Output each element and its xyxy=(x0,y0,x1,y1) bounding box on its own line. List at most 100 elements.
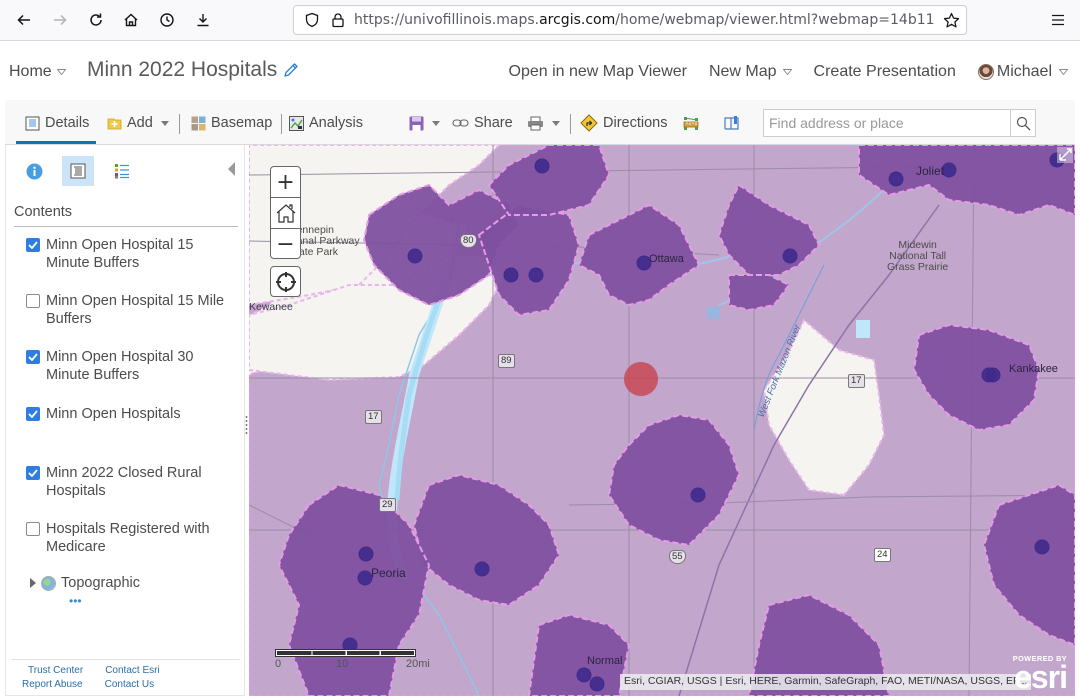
zoom-in-button[interactable]: + xyxy=(271,167,300,198)
zoom-out-button[interactable]: − xyxy=(271,229,300,260)
expand-map-icon[interactable] xyxy=(1057,147,1073,163)
chevron-down-icon xyxy=(552,120,560,126)
basemap-name[interactable]: Topographic xyxy=(61,575,140,591)
shield-interstate-80: 80 xyxy=(460,234,477,248)
url-text[interactable]: https://univofillinois.maps.arcgis.com/h… xyxy=(354,12,936,28)
plus-icon: + xyxy=(276,169,295,195)
new-map-label: New Map xyxy=(708,63,777,80)
report-abuse-link[interactable]: Report Abuse xyxy=(22,678,83,692)
tab-legend[interactable] xyxy=(106,156,138,186)
home-menu[interactable]: Home xyxy=(9,63,66,81)
toolbar-divider xyxy=(179,114,180,134)
search-box xyxy=(763,109,1036,137)
back-button[interactable] xyxy=(6,4,42,36)
shield-interstate-55: 55 xyxy=(669,550,686,564)
chevron-down-icon xyxy=(160,120,169,126)
more-options-ellipsis[interactable]: ••• xyxy=(69,594,82,608)
layer-item[interactable]: Minn 2022 Closed Rural Hospitals xyxy=(26,464,226,500)
search-button[interactable] xyxy=(1010,110,1035,136)
layer-checkbox[interactable] xyxy=(26,522,40,536)
shield-route-17-east: 17 xyxy=(848,374,865,388)
checkmark-icon xyxy=(28,469,38,477)
layer-item[interactable]: Hospitals Registered with Medicare xyxy=(26,520,226,556)
layer-item[interactable]: Minn Open Hospital 30 Minute Buffers xyxy=(26,348,226,384)
bookmark-star-icon[interactable] xyxy=(936,12,966,29)
layer-name[interactable]: Minn Open Hospital 15 Minute Buffers xyxy=(46,236,226,272)
map-attribution[interactable]: Esri, CGIAR, USGS | Esri, HERE, Garmin, … xyxy=(620,674,1032,690)
contents-list-icon xyxy=(70,163,86,179)
panel-resize-handle[interactable] xyxy=(245,415,248,435)
trust-center-link[interactable]: Trust Center xyxy=(28,664,83,678)
app-header: Home Minn 2022 Hospitals Open in new Map… xyxy=(0,41,1080,100)
active-tab-indicator xyxy=(16,141,96,144)
layer-checkbox[interactable] xyxy=(26,407,40,421)
lock-icon[interactable] xyxy=(328,10,348,30)
hospital-point xyxy=(474,561,490,577)
tab-about[interactable] xyxy=(18,156,50,186)
layer-name[interactable]: Hospitals Registered with Medicare xyxy=(46,520,226,556)
layer-name[interactable]: Minn Open Hospitals xyxy=(46,405,181,423)
app-menu-button[interactable] xyxy=(1046,8,1070,32)
create-presentation-link[interactable]: Create Presentation xyxy=(814,63,956,81)
add-layer-icon xyxy=(107,118,122,130)
basemap-button[interactable]: Basemap xyxy=(191,112,272,134)
measure-button[interactable] xyxy=(683,112,699,134)
label-ottawa: Ottawa xyxy=(649,253,684,265)
basemap-layer-item[interactable]: Topographic xyxy=(30,575,140,591)
address-bar[interactable]: https://univofillinois.maps.arcgis.com/h… xyxy=(293,5,967,35)
layer-name[interactable]: Minn Open Hospital 30 Minute Buffers xyxy=(46,348,226,384)
layer-item[interactable]: Minn Open Hospital 15 Minute Buffers xyxy=(26,236,226,272)
toolbar-divider xyxy=(281,114,282,134)
search-input[interactable] xyxy=(764,110,1010,136)
tab-contents[interactable] xyxy=(62,156,94,186)
home-icon xyxy=(124,13,138,27)
browser-toolbar: https://univofillinois.maps.arcgis.com/h… xyxy=(0,0,1080,41)
layer-item[interactable]: Minn Open Hospital 15 Mile Buffers xyxy=(26,292,226,328)
new-map-menu[interactable]: New Map xyxy=(709,63,792,81)
chevron-down-icon xyxy=(432,120,440,126)
layer-checkbox[interactable] xyxy=(26,466,40,480)
closed-hospital-point[interactable] xyxy=(624,362,658,396)
home-button[interactable] xyxy=(113,4,149,36)
history-button[interactable] xyxy=(149,4,185,36)
add-button[interactable]: Add xyxy=(107,112,169,134)
globe-icon xyxy=(41,575,56,591)
downloads-button[interactable] xyxy=(185,4,221,36)
shield-icon[interactable] xyxy=(302,10,322,30)
layer-checkbox[interactable] xyxy=(26,294,40,308)
hospital-point xyxy=(534,158,550,174)
forward-button[interactable] xyxy=(42,4,78,36)
contact-esri-link[interactable]: Contact Esri xyxy=(105,664,159,678)
save-menu-button[interactable] xyxy=(409,112,440,134)
expand-triangle-icon[interactable] xyxy=(30,578,36,588)
default-extent-button[interactable] xyxy=(271,198,300,229)
analysis-button[interactable]: Analysis xyxy=(289,112,363,134)
esri-logo[interactable]: POWERED BY esri xyxy=(1013,654,1068,693)
user-menu[interactable]: Michael xyxy=(977,63,1068,81)
details-button[interactable]: Details xyxy=(25,112,89,134)
layer-name[interactable]: Minn Open Hospital 15 Mile Buffers xyxy=(46,292,226,328)
map-view[interactable]: Hennepin Canal Parkway State Park Kewane… xyxy=(249,145,1075,696)
hospital-point xyxy=(528,267,544,283)
share-button[interactable]: Share xyxy=(452,112,513,134)
reload-button[interactable] xyxy=(78,4,114,36)
bookmarks-button[interactable] xyxy=(724,112,740,134)
locate-button[interactable] xyxy=(270,266,301,297)
layer-checkbox[interactable] xyxy=(26,350,40,364)
contact-us-link[interactable]: Contact Us xyxy=(105,678,154,692)
layer-name[interactable]: Minn 2022 Closed Rural Hospitals xyxy=(46,464,226,500)
url-host: arcgis.com xyxy=(539,12,616,28)
hospital-point xyxy=(407,248,423,264)
print-menu-button[interactable] xyxy=(527,112,560,134)
open-new-map-viewer-link[interactable]: Open in new Map Viewer xyxy=(509,63,687,81)
basemap-gallery-icon xyxy=(191,116,206,130)
layer-item[interactable]: Minn Open Hospitals xyxy=(26,405,226,423)
pencil-edit-icon[interactable] xyxy=(283,62,299,78)
shield-route-17-west: 17 xyxy=(365,410,382,424)
layer-checkbox[interactable] xyxy=(26,238,40,252)
hospital-point xyxy=(782,248,798,264)
shield-us-24: 24 xyxy=(874,548,891,562)
collapse-panel-arrow[interactable] xyxy=(228,162,235,176)
directions-button[interactable]: Directions xyxy=(580,112,667,134)
basemap-label: Basemap xyxy=(211,115,273,131)
